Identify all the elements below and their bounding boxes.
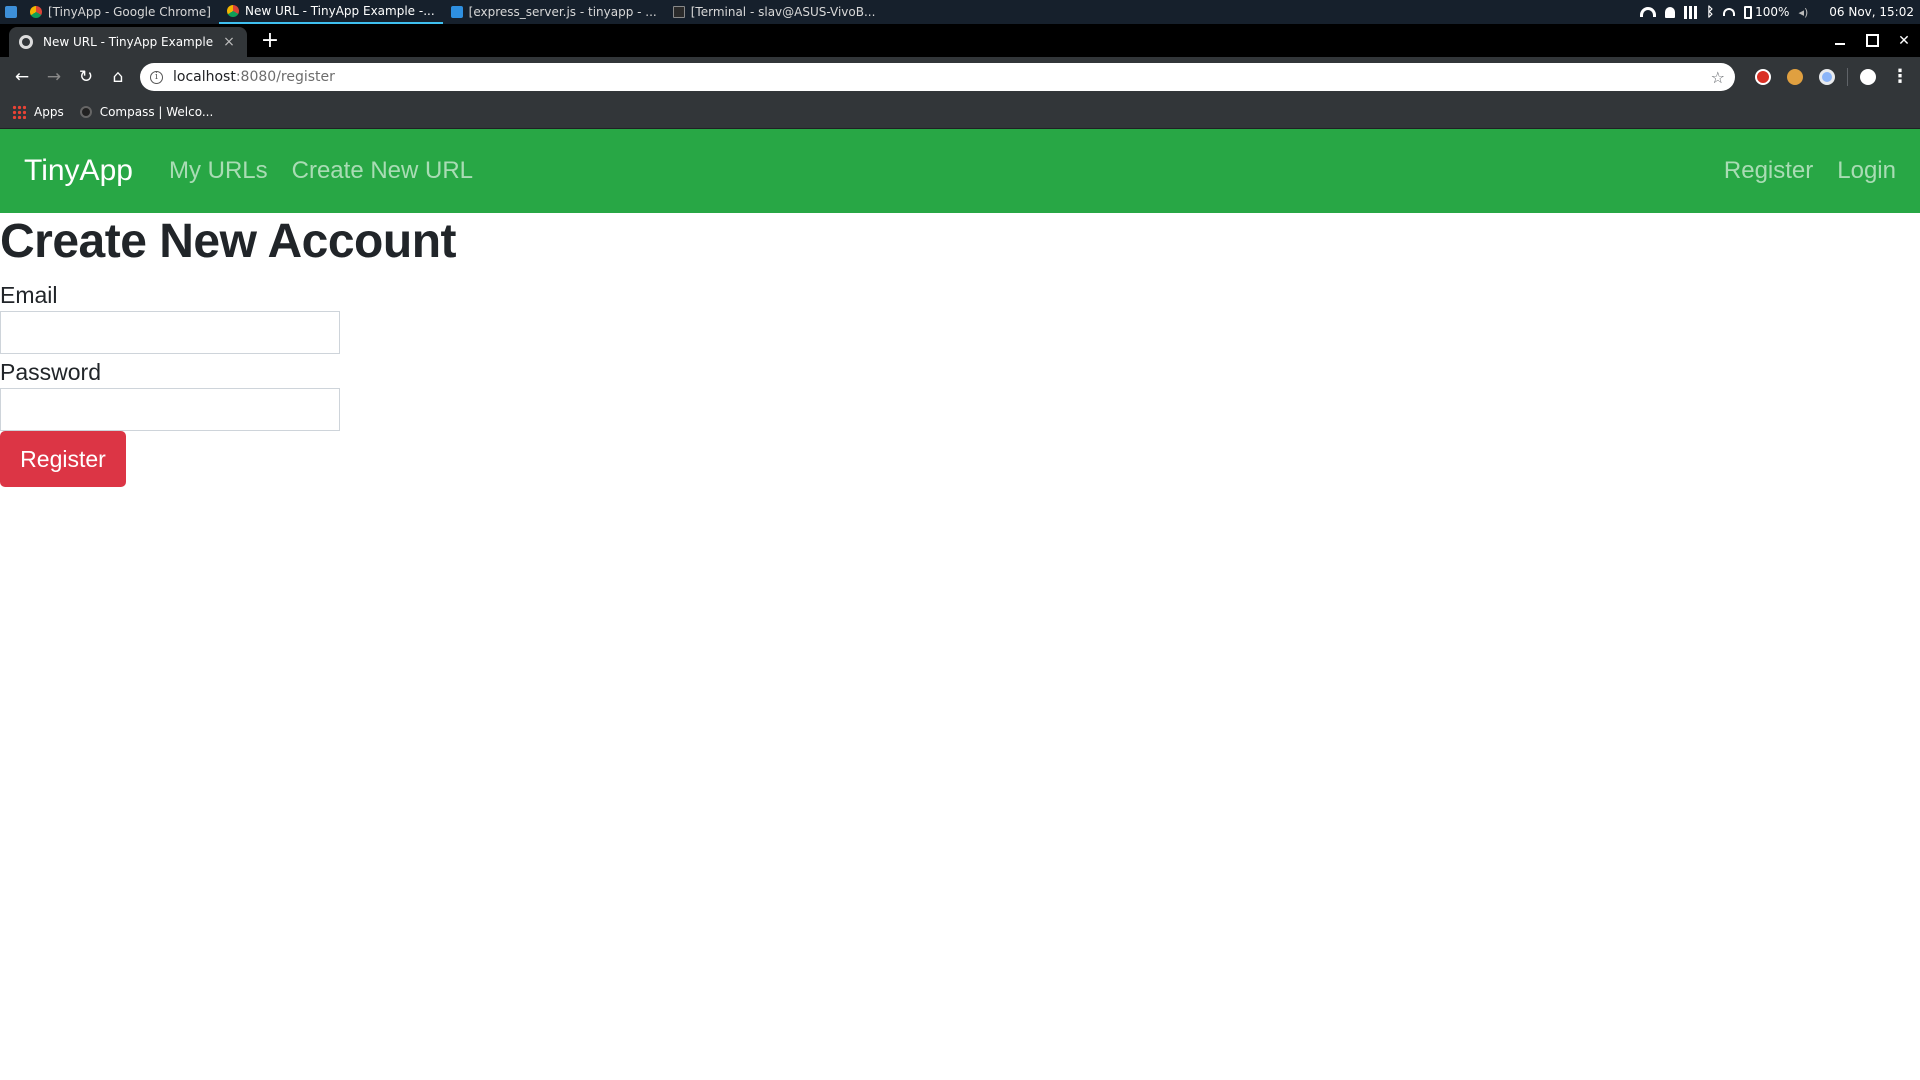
volume-icon[interactable]: ◂) (1798, 6, 1808, 19)
site-info-icon[interactable]: i (150, 70, 163, 84)
bookmarks-bar: Apps Compass | Welco... (0, 96, 1920, 129)
url-path: :8080/register (235, 69, 335, 85)
app-menu-icon (5, 6, 17, 18)
reload-icon[interactable]: ↻ (70, 61, 102, 93)
battery-indicator[interactable]: 100% (1744, 5, 1789, 19)
register-button[interactable]: Register (0, 431, 126, 487)
apps-grid-icon (12, 105, 26, 119)
nav-right-group: Register Login (1700, 157, 1896, 185)
web-page: TinyApp My URLs Create New URL Register … (0, 129, 1920, 1080)
bluetooth-icon[interactable]: ᛒ (1706, 5, 1714, 20)
compass-favicon-icon (79, 106, 92, 118)
extensions-area: ⋮ (1747, 57, 1920, 96)
taskbar-task-label: [TinyApp - Google Chrome] (48, 5, 211, 19)
address-bar[interactable]: i localhost:8080/register ☆ (140, 63, 1735, 91)
bookmark-star-icon[interactable]: ☆ (1711, 68, 1725, 87)
browser-tab-strip: New URL - TinyApp Example × + ✕ (0, 24, 1920, 57)
restore-icon[interactable] (1856, 24, 1888, 57)
taskbar-task-terminal[interactable]: [Terminal - slav@ASUS-VivoB... (665, 0, 884, 24)
app-menu-button[interactable] (0, 0, 22, 24)
terminal-icon (672, 6, 685, 18)
clock[interactable]: 06 Nov, 15:02 (1829, 5, 1914, 19)
tab-title: New URL - TinyApp Example (43, 35, 214, 49)
bookmark-label: Compass | Welco... (99, 105, 214, 119)
taskbar-task-vscode[interactable]: [express_server.js - tinyapp - ... (443, 0, 665, 24)
cookie-icon (1787, 68, 1803, 85)
profile-button[interactable] (1852, 61, 1884, 93)
new-tab-button[interactable]: + (256, 30, 284, 54)
globe-favicon-icon (19, 35, 33, 49)
tab-close-icon[interactable]: × (221, 34, 237, 50)
adblock-extension-button[interactable] (1747, 61, 1779, 93)
taskbar-task-chrome-tinyapp[interactable]: [TinyApp - Google Chrome] (22, 0, 219, 24)
notification-bell-icon[interactable] (1665, 6, 1676, 18)
email-field[interactable] (0, 311, 340, 354)
vscode-icon (450, 6, 463, 18)
slack-icon[interactable] (1684, 5, 1698, 19)
cookie-extension-button[interactable] (1779, 61, 1811, 93)
page-title: Create New Account (0, 215, 457, 268)
wifi-icon[interactable] (1640, 7, 1657, 17)
menu-kebab-icon[interactable]: ⋮ (1884, 61, 1916, 93)
chrome-icon (30, 6, 42, 18)
adblock-icon (1755, 68, 1771, 85)
user-avatar-icon (1860, 68, 1876, 85)
close-window-icon[interactable]: ✕ (1888, 24, 1920, 57)
taskbar-task-label: [express_server.js - tinyapp - ... (468, 5, 657, 19)
browser-toolbar: ← → ↻ ⌂ i localhost:8080/register ☆ ⋮ (0, 57, 1920, 96)
taskbar-task-chrome-newurl[interactable]: New URL - TinyApp Example -... (218, 0, 443, 24)
back-arrow-icon[interactable]: ← (6, 61, 38, 93)
forward-arrow-icon[interactable]: → (38, 61, 70, 93)
toolbar-divider (1847, 67, 1848, 86)
minimize-icon[interactable] (1824, 24, 1856, 57)
battery-percent: 100% (1755, 5, 1790, 19)
taskbar-task-label: [Terminal - slav@ASUS-VivoB... (690, 5, 876, 19)
bookmark-compass[interactable]: Compass | Welco... (79, 105, 214, 119)
browser-tab-active[interactable]: New URL - TinyApp Example × (9, 27, 247, 57)
bookmark-apps[interactable]: Apps (12, 105, 64, 119)
os-taskbar: [TinyApp - Google Chrome] New URL - Tiny… (0, 0, 1920, 24)
window-controls: ✕ (1824, 24, 1920, 57)
home-icon[interactable]: ⌂ (102, 61, 134, 93)
taskbar-task-label: New URL - TinyApp Example -... (244, 4, 435, 18)
register-form-container: Create New Account Email Password Regist… (0, 213, 457, 487)
password-field[interactable] (0, 388, 340, 431)
nav-create-new-url[interactable]: Create New URL (292, 157, 473, 185)
bookmark-label: Apps (34, 105, 64, 119)
extension-button[interactable] (1811, 61, 1843, 93)
extension-icon (1819, 68, 1835, 85)
password-label: Password (0, 359, 101, 385)
nav-login[interactable]: Login (1837, 157, 1896, 185)
network-icon[interactable] (1723, 8, 1736, 16)
url-host: localhost (173, 69, 236, 85)
email-label: Email (0, 282, 58, 308)
site-navbar: TinyApp My URLs Create New URL Register … (0, 129, 1920, 213)
nav-my-urls[interactable]: My URLs (169, 157, 268, 185)
system-tray: ᛒ 100% ◂) 06 Nov, 15:02 (1640, 0, 1914, 24)
brand-link[interactable]: TinyApp (24, 154, 133, 188)
battery-icon (1744, 5, 1753, 19)
nav-register[interactable]: Register (1724, 157, 1813, 185)
chrome-icon (226, 5, 239, 17)
